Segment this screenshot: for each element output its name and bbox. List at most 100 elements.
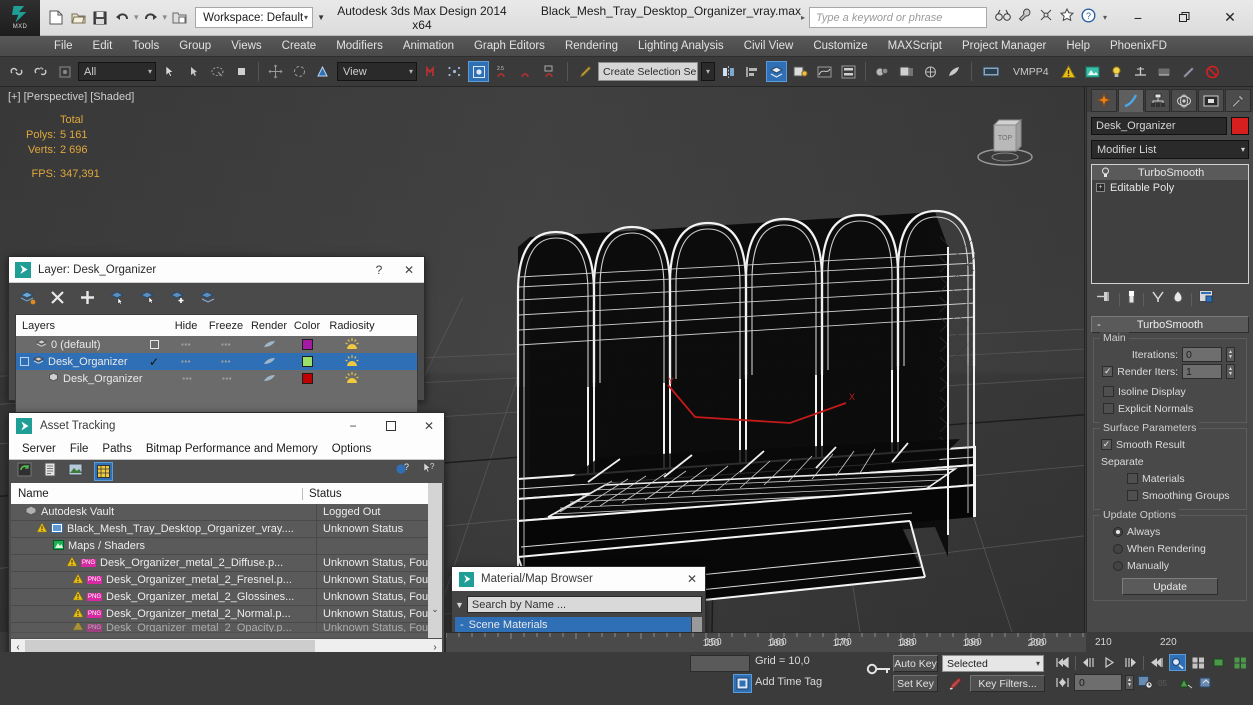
vray-frame-buffer-icon[interactable] bbox=[1082, 61, 1103, 82]
expand-icon[interactable]: + bbox=[1096, 183, 1105, 192]
layer-row[interactable]: 0 (default) ▪▪▪ ▪▪▪ bbox=[16, 336, 417, 353]
previous-frame-icon[interactable] bbox=[1080, 654, 1097, 671]
scroll-down-icon[interactable]: ⌄ bbox=[428, 604, 442, 615]
menu-item-edit[interactable]: Edit bbox=[83, 36, 123, 57]
layer-freeze-toggle[interactable]: ▪▪▪ bbox=[205, 357, 247, 366]
set-key-pencil-icon[interactable] bbox=[945, 675, 965, 692]
pan-view-icon[interactable] bbox=[1211, 654, 1228, 671]
material-browser-close-button[interactable]: ✕ bbox=[679, 568, 705, 590]
layer-dialog-help-button[interactable]: ? bbox=[364, 257, 394, 282]
asset-menu-bitmap-performance[interactable]: Bitmap Performance and Memory bbox=[139, 443, 325, 455]
go-to-start-icon[interactable] bbox=[1054, 654, 1071, 671]
separate-materials-checkbox[interactable] bbox=[1127, 473, 1138, 484]
vray-disable-icon[interactable] bbox=[1202, 61, 1223, 82]
vray-proxy-icon[interactable] bbox=[1130, 61, 1151, 82]
toggle-scene-explorer-icon[interactable] bbox=[790, 61, 811, 82]
material-search-input[interactable]: Search by Name ... bbox=[466, 596, 702, 613]
go-to-end-icon[interactable] bbox=[1148, 654, 1165, 671]
layer-dialog-close-button[interactable]: ✕ bbox=[394, 257, 424, 282]
material-browser-titlebar[interactable]: Material/Map Browser ✕ bbox=[452, 567, 705, 591]
layer-freeze-toggle[interactable]: ▪▪▪ bbox=[206, 374, 248, 383]
collapse-icon[interactable]: - bbox=[460, 619, 464, 631]
render-iters-field[interactable]: 1 bbox=[1182, 364, 1222, 379]
asset-tracking-dialog[interactable]: Asset Tracking − ✕ Server File Paths Bit… bbox=[8, 412, 445, 687]
spinner-snap-toggle-icon[interactable] bbox=[540, 61, 561, 82]
layer-expand-checkbox[interactable] bbox=[20, 357, 29, 366]
create-new-layer-icon[interactable] bbox=[19, 289, 36, 306]
viewport-label[interactable]: [+] [Perspective] [Shaded] bbox=[8, 91, 134, 103]
play-animation-icon[interactable] bbox=[1101, 654, 1118, 671]
mirror-icon[interactable] bbox=[718, 61, 739, 82]
table-row[interactable]: PNG Desk_Organizer_metal_2_Opacity.p... … bbox=[11, 623, 442, 633]
update-button[interactable]: Update bbox=[1122, 578, 1218, 595]
warning-icon[interactable] bbox=[1058, 61, 1079, 82]
key-mode-toggle-icon[interactable] bbox=[866, 662, 892, 680]
align-icon[interactable] bbox=[742, 61, 763, 82]
scroll-right-icon[interactable]: › bbox=[428, 642, 442, 653]
modifier-list-dropdown[interactable]: Modifier List ▾ bbox=[1091, 140, 1249, 159]
menu-item-group[interactable]: Group bbox=[169, 36, 221, 57]
unlink-selection-icon[interactable] bbox=[30, 61, 51, 82]
grid-view-icon[interactable] bbox=[94, 462, 113, 481]
asset-menu-paths[interactable]: Paths bbox=[95, 443, 138, 455]
key-filters-button[interactable]: Key Filters... bbox=[970, 675, 1045, 692]
modifier-stack[interactable]: TurboSmooth + Editable Poly bbox=[1091, 164, 1249, 284]
separate-smoothing-groups-checkbox[interactable] bbox=[1127, 490, 1138, 501]
modifier-stack-item-editable-poly[interactable]: + Editable Poly bbox=[1092, 180, 1248, 195]
next-frame-icon[interactable] bbox=[1122, 654, 1139, 671]
select-objects-in-layer-icon[interactable] bbox=[109, 289, 126, 306]
layer-row[interactable]: Desk_Organizer ✓ ▪▪▪ ▪▪▪ bbox=[16, 353, 417, 370]
exchange-icon[interactable] bbox=[1039, 8, 1053, 27]
asset-maximize-button[interactable] bbox=[376, 414, 406, 439]
workspace-dropdown-button[interactable]: ▼ bbox=[313, 7, 329, 28]
isoline-display-checkbox[interactable] bbox=[1103, 386, 1114, 397]
select-by-name-icon[interactable] bbox=[183, 61, 204, 82]
update-always-radio[interactable] bbox=[1113, 526, 1123, 537]
list-view-icon[interactable] bbox=[43, 462, 57, 482]
rectangular-selection-region-icon[interactable] bbox=[207, 61, 228, 82]
menu-item-views[interactable]: Views bbox=[221, 36, 271, 57]
select-object-icon[interactable] bbox=[159, 61, 180, 82]
table-row[interactable]: Autodesk Vault Logged Out bbox=[11, 503, 442, 521]
close-button[interactable]: ✕ bbox=[1207, 3, 1253, 33]
menu-item-maxscript[interactable]: MAXScript bbox=[878, 36, 952, 57]
make-unique-icon[interactable] bbox=[1151, 290, 1165, 308]
edit-named-selection-sets-icon[interactable] bbox=[574, 61, 595, 82]
layer-current-check[interactable]: ✓ bbox=[141, 355, 167, 369]
save-file-icon[interactable] bbox=[90, 8, 110, 28]
turbosmooth-rollout-header[interactable]: - TurboSmooth bbox=[1091, 316, 1249, 333]
select-and-rotate-icon[interactable] bbox=[289, 61, 310, 82]
named-selection-set-dropdown[interactable]: ▾ bbox=[701, 62, 715, 81]
layer-hide-toggle[interactable]: ▪▪▪ bbox=[167, 357, 205, 366]
select-and-manipulate-icon[interactable] bbox=[444, 61, 465, 82]
rollout-collapse-icon[interactable]: - bbox=[1092, 319, 1106, 331]
layer-dialog-titlebar[interactable]: Layer: Desk_Organizer ? ✕ bbox=[9, 257, 424, 283]
delete-layer-icon[interactable] bbox=[49, 289, 66, 306]
asset-list-vertical-scrollbar[interactable]: ⌄ bbox=[428, 483, 442, 638]
help-dropdown-icon[interactable]: ▾ bbox=[1103, 13, 1107, 22]
layer-row[interactable]: Desk_Organizer ▪▪▪ ▪▪▪ bbox=[16, 370, 417, 387]
asset-list[interactable]: Name Status ⌃ Autodesk Vault Logged Out bbox=[11, 483, 442, 638]
menu-item-create[interactable]: Create bbox=[272, 36, 327, 57]
zoom-field-icon[interactable]: 05 bbox=[1157, 674, 1174, 691]
menu-item-help[interactable]: Help bbox=[1056, 36, 1100, 57]
binoculars-icon[interactable] bbox=[995, 9, 1011, 27]
menu-item-project-manager[interactable]: Project Manager bbox=[952, 36, 1056, 57]
asset-minimize-button[interactable]: − bbox=[338, 414, 368, 439]
highlight-selected-objects-icon[interactable] bbox=[169, 289, 186, 306]
render-iters-checkbox[interactable]: ✓ bbox=[1102, 366, 1114, 377]
material-editor-icon[interactable] bbox=[872, 61, 893, 82]
utilities-tab[interactable] bbox=[1225, 89, 1251, 112]
view-cube[interactable]: TOP bbox=[974, 115, 1036, 167]
schematic-view-icon[interactable] bbox=[838, 61, 859, 82]
undo-dropdown-icon[interactable]: ▾ bbox=[134, 12, 139, 23]
configure-modifier-sets-icon[interactable] bbox=[1199, 289, 1214, 309]
asset-menu-file[interactable]: File bbox=[63, 443, 96, 455]
vray-toolbar-extra-icon[interactable] bbox=[1178, 61, 1199, 82]
arc-rotate-icon[interactable] bbox=[1177, 674, 1194, 691]
layer-color-swatch[interactable] bbox=[302, 373, 314, 384]
app-logo-button[interactable]: MXD bbox=[0, 0, 40, 36]
show-end-result-icon[interactable] bbox=[1127, 290, 1136, 309]
menu-item-animation[interactable]: Animation bbox=[393, 36, 464, 57]
redo-dropdown-icon[interactable]: ▾ bbox=[163, 12, 168, 23]
